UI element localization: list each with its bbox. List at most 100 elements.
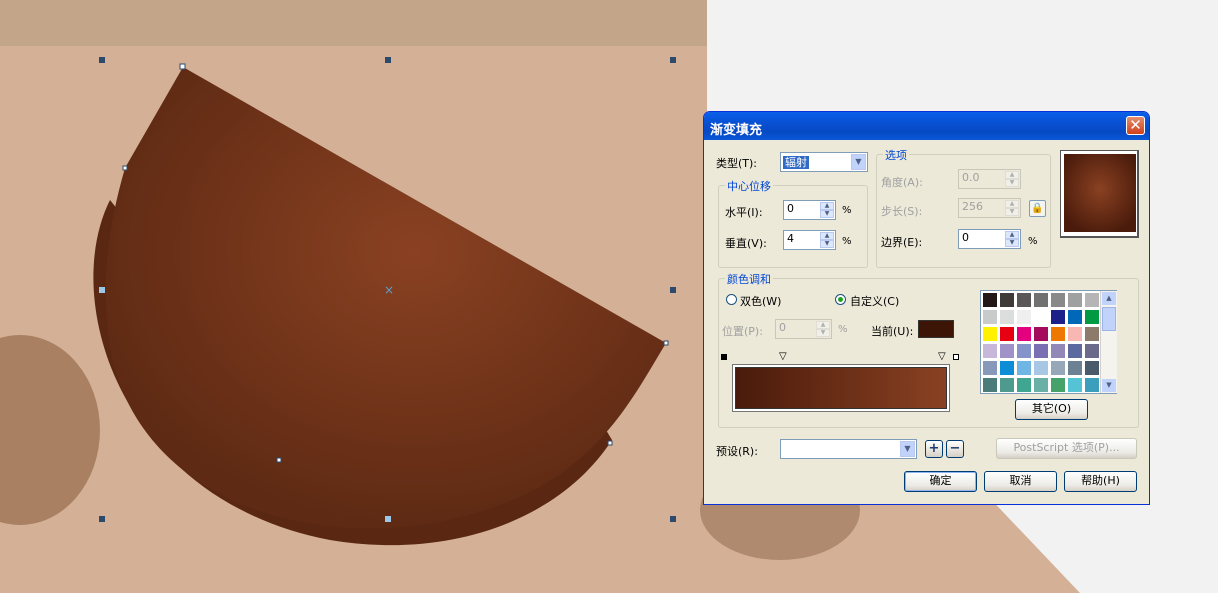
- palette-swatch[interactable]: [1033, 292, 1049, 308]
- angle-input[interactable]: 0.0 ▲ ▼: [958, 169, 1021, 189]
- options-title: 选项: [883, 147, 909, 163]
- center-mark-icon[interactable]: ×: [384, 283, 394, 297]
- gradient-preview: [1060, 150, 1139, 238]
- horizontal-percent: %: [842, 205, 852, 216]
- steps-spinner[interactable]: ▲ ▼: [1005, 200, 1019, 216]
- dialog-title: 渐变填充: [710, 123, 763, 138]
- palette-swatch[interactable]: [1050, 377, 1066, 393]
- palette-swatch[interactable]: [982, 343, 998, 359]
- chevron-down-icon[interactable]: ▼: [900, 441, 915, 457]
- position-percent: %: [838, 324, 848, 335]
- palette-swatch[interactable]: [1050, 360, 1066, 376]
- type-value: 辐射: [783, 156, 809, 169]
- color-blend-title: 颜色调和: [725, 271, 773, 287]
- scroll-thumb[interactable]: [1102, 307, 1116, 331]
- palette-swatch[interactable]: [1050, 292, 1066, 308]
- close-button[interactable]: ✕: [1126, 116, 1145, 135]
- two-color-radio[interactable]: [726, 294, 737, 305]
- palette-swatch[interactable]: [999, 309, 1015, 325]
- scroll-down-icon[interactable]: ▼: [1102, 379, 1116, 392]
- custom-radio[interactable]: [835, 294, 846, 305]
- palette-swatch[interactable]: [982, 309, 998, 325]
- edge-input[interactable]: 0 ▲ ▼: [958, 229, 1021, 249]
- palette-swatch[interactable]: [1084, 292, 1100, 308]
- horizontal-spinner[interactable]: ▲ ▼: [820, 202, 834, 218]
- palette-swatch[interactable]: [1067, 377, 1083, 393]
- color-stop-marker[interactable]: ▽: [779, 352, 787, 362]
- vertical-spinner[interactable]: ▲ ▼: [820, 232, 834, 248]
- palette-swatch[interactable]: [1067, 326, 1083, 342]
- side-handle[interactable]: [99, 287, 105, 293]
- palette-swatch[interactable]: [1050, 326, 1066, 342]
- bottom-handle[interactable]: [385, 516, 391, 522]
- vertical-input[interactable]: 4 ▲ ▼: [783, 230, 836, 250]
- title-bar[interactable]: 渐变填充 ✕: [704, 112, 1149, 140]
- cancel-button[interactable]: 取消: [984, 471, 1057, 492]
- palette-swatch[interactable]: [1016, 292, 1032, 308]
- gradient-bar[interactable]: [735, 367, 947, 409]
- steps-value: 256: [962, 200, 983, 213]
- palette-swatch[interactable]: [1016, 343, 1032, 359]
- current-color-swatch[interactable]: [918, 320, 954, 338]
- preset-label: 预设(R):: [716, 445, 758, 458]
- palette-swatch[interactable]: [1016, 309, 1032, 325]
- position-value: 0: [779, 321, 786, 334]
- horizontal-input[interactable]: 0 ▲ ▼: [783, 200, 836, 220]
- edge-spinner[interactable]: ▲ ▼: [1005, 231, 1019, 247]
- palette-swatch[interactable]: [1033, 343, 1049, 359]
- postscript-options-button[interactable]: PostScript 选项(P)...: [996, 438, 1137, 459]
- scroll-up-icon[interactable]: ▲: [1102, 292, 1116, 305]
- palette-swatch[interactable]: [1084, 377, 1100, 393]
- palette-swatch[interactable]: [1016, 326, 1032, 342]
- palette-swatch[interactable]: [1050, 343, 1066, 359]
- chevron-down-icon[interactable]: ▼: [851, 154, 866, 170]
- palette-swatch[interactable]: [1033, 326, 1049, 342]
- position-input[interactable]: 0 ▲ ▼: [775, 319, 832, 339]
- palette-swatch[interactable]: [982, 292, 998, 308]
- steps-input[interactable]: 256 ▲ ▼: [958, 198, 1021, 218]
- two-color-label: 双色(W): [740, 295, 782, 308]
- ok-button[interactable]: 确定: [904, 471, 977, 492]
- palette-swatch[interactable]: [999, 343, 1015, 359]
- palette-swatch[interactable]: [1067, 360, 1083, 376]
- type-select[interactable]: 辐射 ▼: [780, 152, 868, 172]
- lock-icon[interactable]: 🔒: [1029, 200, 1046, 217]
- horizontal-label: 水平(I):: [725, 206, 763, 219]
- palette-swatch[interactable]: [1016, 360, 1032, 376]
- palette-swatch[interactable]: [1067, 292, 1083, 308]
- position-label: 位置(P):: [722, 325, 763, 338]
- palette-swatch[interactable]: [1033, 360, 1049, 376]
- add-preset-icon[interactable]: +: [925, 440, 943, 458]
- color-palette[interactable]: [980, 290, 1117, 394]
- palette-swatch[interactable]: [982, 377, 998, 393]
- palette-swatch[interactable]: [1084, 309, 1100, 325]
- palette-swatch[interactable]: [1084, 360, 1100, 376]
- help-button[interactable]: 帮助(H): [1064, 471, 1137, 492]
- palette-swatch[interactable]: [982, 326, 998, 342]
- start-marker[interactable]: [721, 354, 727, 360]
- palette-swatch[interactable]: [1033, 377, 1049, 393]
- palette-scrollbar[interactable]: ▲ ▼: [1100, 291, 1117, 393]
- angle-spinner[interactable]: ▲ ▼: [1005, 171, 1019, 187]
- gradient-fill-dialog: 渐变填充 ✕ 类型(T): 辐射 ▼ 中心位移 水平(I): 0 ▲ ▼ % 垂直…: [703, 111, 1150, 505]
- palette-swatch[interactable]: [1050, 309, 1066, 325]
- palette-swatch[interactable]: [1016, 377, 1032, 393]
- palette-swatch[interactable]: [999, 292, 1015, 308]
- palette-swatch[interactable]: [1084, 326, 1100, 342]
- position-spinner[interactable]: ▲ ▼: [816, 321, 830, 337]
- palette-swatch[interactable]: [1033, 309, 1049, 325]
- end-marker[interactable]: [953, 354, 959, 360]
- horizontal-value: 0: [787, 202, 794, 215]
- palette-swatch[interactable]: [1067, 343, 1083, 359]
- palette-swatch[interactable]: [999, 326, 1015, 342]
- palette-swatch[interactable]: [1084, 343, 1100, 359]
- palette-swatch[interactable]: [982, 360, 998, 376]
- preset-select[interactable]: ▼: [780, 439, 917, 459]
- remove-preset-icon[interactable]: −: [946, 440, 964, 458]
- custom-label: 自定义(C): [850, 295, 900, 308]
- end-stop-marker[interactable]: ▽: [938, 352, 946, 362]
- palette-swatch[interactable]: [1067, 309, 1083, 325]
- palette-swatch[interactable]: [999, 360, 1015, 376]
- others-button[interactable]: 其它(O): [1015, 399, 1088, 420]
- palette-swatch[interactable]: [999, 377, 1015, 393]
